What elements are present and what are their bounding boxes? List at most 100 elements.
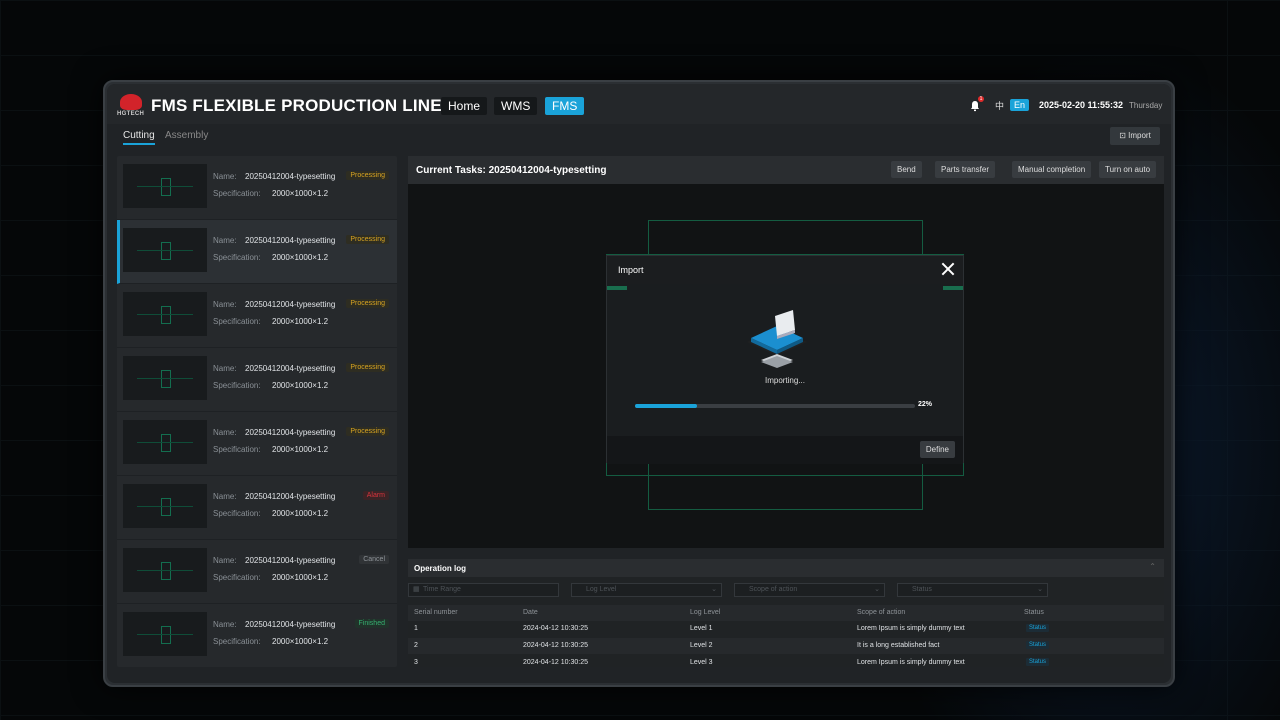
log-level-filter-placeholder: Log Level	[586, 586, 617, 593]
nav-fms[interactable]: FMS	[545, 97, 585, 115]
task-status-badge: Processing	[346, 299, 389, 308]
tab-assembly[interactable]: Assembly	[165, 130, 208, 141]
import-icon: ⊡	[1119, 131, 1129, 140]
turn-on-auto-button[interactable]: Turn on auto	[1099, 161, 1157, 178]
parts-transfer-button[interactable]: Parts transfer	[935, 161, 996, 178]
task-name: 20250412004-typesetting	[245, 236, 336, 245]
import-progress-fill	[635, 404, 697, 408]
task-name-label: Name:	[213, 300, 237, 309]
column-log-level: Log Level	[690, 609, 721, 616]
task-card[interactable]: Name: 20250412004-typesetting Specificatio…	[117, 348, 397, 412]
task-spec-label: Specification:	[213, 189, 261, 198]
task-name-label: Name:	[213, 364, 237, 373]
task-spec-label: Specification:	[213, 573, 261, 582]
task-status-badge: Finished	[354, 619, 389, 628]
task-spec: 2000×1000×1.2	[272, 637, 329, 646]
row-status-badge: Status	[1026, 641, 1050, 649]
task-name: 20250412004-typesetting	[245, 556, 336, 565]
task-thumbnail	[123, 548, 207, 592]
outline-marker-right	[943, 286, 963, 290]
chevron-down-icon: ⌄	[1037, 586, 1043, 593]
task-card[interactable]: Name: 20250412004-typesetting Specificatio…	[117, 220, 397, 284]
logo-mark-icon	[120, 94, 142, 110]
task-card[interactable]: Name: 20250412004-typesetting Specificatio…	[117, 604, 397, 667]
task-spec-label: Specification:	[213, 317, 261, 326]
table-cell: 2024-04-12 10:30:25	[523, 625, 588, 632]
task-status-badge: Cancel	[359, 555, 389, 564]
table-row[interactable]: 1 2024-04-12 10:30:25 Level 1 Lorem Ipsum i…	[408, 621, 1164, 637]
table-cell: Level 2	[690, 642, 713, 649]
scope-filter[interactable]: Scope of action ⌄	[734, 583, 885, 597]
bend-button[interactable]: Bend	[891, 161, 922, 178]
import-dialog-body: Importing... 22%	[607, 284, 963, 436]
import-dialog: Import Importing... 22% Define	[606, 255, 964, 464]
table-row[interactable]: 2 2024-04-12 10:30:25 Level 2 It is a long …	[408, 638, 1164, 654]
current-task-title: Current Tasks: 20250412004-typesetting	[416, 165, 607, 176]
task-card[interactable]: Name: 20250412004-typesetting Specificatio…	[117, 412, 397, 476]
task-spec-label: Specification:	[213, 381, 261, 390]
task-status-badge: Processing	[346, 363, 389, 372]
company-logo: HGTECH	[117, 94, 147, 120]
top-bar: HGTECH FMS FLEXIBLE PRODUCTION LINE Home…	[107, 84, 1171, 124]
import-progress-bar	[635, 404, 915, 408]
time-range-filter[interactable]: ▦ Time Range	[408, 583, 559, 597]
task-thumbnail	[123, 356, 207, 400]
table-cell: 1	[414, 625, 418, 632]
task-name: 20250412004-typesetting	[245, 492, 336, 501]
task-list: Name: 20250412004-typesetting Specificatio…	[117, 156, 397, 667]
task-spec: 2000×1000×1.2	[272, 317, 329, 326]
collapse-chevron-icon[interactable]: ⌃	[1149, 562, 1156, 571]
log-table-header: Serial number Date Log Level Scope of ac…	[408, 605, 1164, 621]
notification-bell-icon[interactable]: 1	[969, 96, 984, 112]
task-name: 20250412004-typesetting	[245, 300, 336, 309]
nav-home[interactable]: Home	[441, 97, 488, 115]
table-cell: Lorem Ipsum is simply dummy text	[857, 625, 965, 632]
column-scope: Scope of action	[857, 609, 906, 616]
tab-cutting[interactable]: Cutting	[123, 130, 155, 145]
task-name-label: Name:	[213, 556, 237, 565]
task-status-badge: Processing	[346, 427, 389, 436]
current-datetime: 2025-02-20 11:55:32	[1039, 100, 1124, 110]
task-name-label: Name:	[213, 492, 237, 501]
task-card[interactable]: Name: 20250412004-typesetting Specificatio…	[117, 156, 397, 220]
define-button[interactable]: Define	[919, 441, 955, 458]
task-name: 20250412004-typesetting	[245, 364, 336, 373]
task-thumbnail	[123, 420, 207, 464]
lang-zh-toggle[interactable]: 中	[995, 99, 1004, 112]
nav-wms[interactable]: WMS	[494, 97, 538, 115]
close-icon[interactable]	[941, 262, 955, 276]
task-card[interactable]: Name: 20250412004-typesetting Specificatio…	[117, 284, 397, 348]
import-button[interactable]: ⊡ Import	[1110, 127, 1160, 145]
task-card[interactable]: Name: 20250412004-typesetting Specificatio…	[117, 540, 397, 604]
task-thumbnail	[123, 164, 207, 208]
task-spec: 2000×1000×1.2	[272, 253, 329, 262]
log-level-filter[interactable]: Log Level ⌄	[571, 583, 722, 597]
status-filter[interactable]: Status ⌄	[897, 583, 1048, 597]
import-dialog-title: Import	[618, 265, 644, 275]
status-filter-placeholder: Status	[912, 586, 932, 593]
task-name-label: Name:	[213, 428, 237, 437]
task-spec-label: Specification:	[213, 637, 261, 646]
task-name-label: Name:	[213, 236, 237, 245]
task-card[interactable]: Name: 20250412004-typesetting Specificatio…	[117, 476, 397, 540]
table-cell: Lorem Ipsum is simply dummy text	[857, 659, 965, 666]
table-cell: 3	[414, 659, 418, 666]
current-task-header: Current Tasks: 20250412004-typesetting B…	[408, 156, 1164, 184]
lang-en-toggle[interactable]: En	[1010, 99, 1030, 111]
column-serial-number: Serial number	[414, 609, 458, 616]
row-status-badge: Status	[1026, 658, 1050, 666]
scope-filter-placeholder: Scope of action	[749, 586, 798, 593]
task-status-badge: Alarm	[362, 491, 389, 500]
import-illustration-icon	[747, 310, 807, 368]
task-name: 20250412004-typesetting	[245, 620, 336, 629]
task-spec: 2000×1000×1.2	[272, 445, 329, 454]
task-spec: 2000×1000×1.2	[272, 573, 329, 582]
task-spec-label: Specification:	[213, 445, 261, 454]
task-spec-label: Specification:	[213, 253, 261, 262]
time-range-filter-placeholder: Time Range	[423, 586, 461, 593]
task-status-badge: Processing	[346, 235, 389, 244]
manual-completion-button[interactable]: Manual completion	[1012, 161, 1092, 178]
table-cell: 2024-04-12 10:30:25	[523, 659, 588, 666]
import-dialog-header: Import	[607, 256, 963, 284]
table-row[interactable]: 3 2024-04-12 10:30:25 Level 3 Lorem Ipsum i…	[408, 655, 1164, 671]
